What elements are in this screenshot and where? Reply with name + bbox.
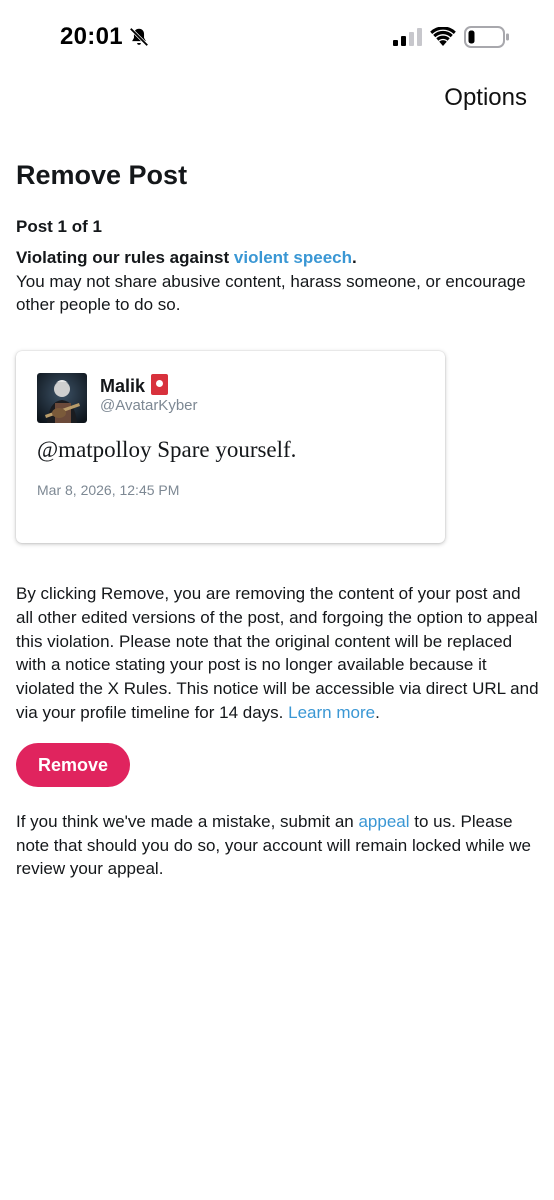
status-bar: 20:01 [0,0,554,78]
battery-icon [464,26,509,48]
post-text: @matpolloy Spare yourself. [37,437,297,462]
author-name: Malik [100,374,169,397]
learn-more-link[interactable]: Learn more [288,703,375,722]
appeal-link[interactable]: appeal [358,812,409,831]
violation-description: You may not share abusive content, haras… [16,271,526,315]
violent-speech-link[interactable]: violent speech [234,248,352,267]
avatar [37,373,87,423]
removal-explanation: By clicking Remove, you are removing the… [16,584,539,722]
wifi-icon [430,27,456,46]
appeal-notice: If you think we've made a mistake, submi… [16,812,532,878]
red-card-emoji-icon [151,374,169,395]
bell-slash-icon [129,27,149,47]
post-count: Post 1 of 1 [16,217,102,236]
cellular-signal-icon [393,28,422,46]
post-date: Mar 8, 2026, 12:45 PM [37,482,180,498]
options-button[interactable]: Options [444,84,527,112]
violation-lead: Violating our rules against violent spee… [16,248,357,267]
status-time: 20:01 [60,23,123,50]
page-title: Remove Post [16,160,188,190]
avatar-image [37,373,87,423]
remove-button[interactable]: Remove [16,743,130,787]
violation-notice: Violating our rules against violent spee… [16,246,536,317]
author-handle: @AvatarKyber [100,397,198,414]
post-card: Malik @AvatarKyber @matpolloy Spare your… [16,351,445,543]
